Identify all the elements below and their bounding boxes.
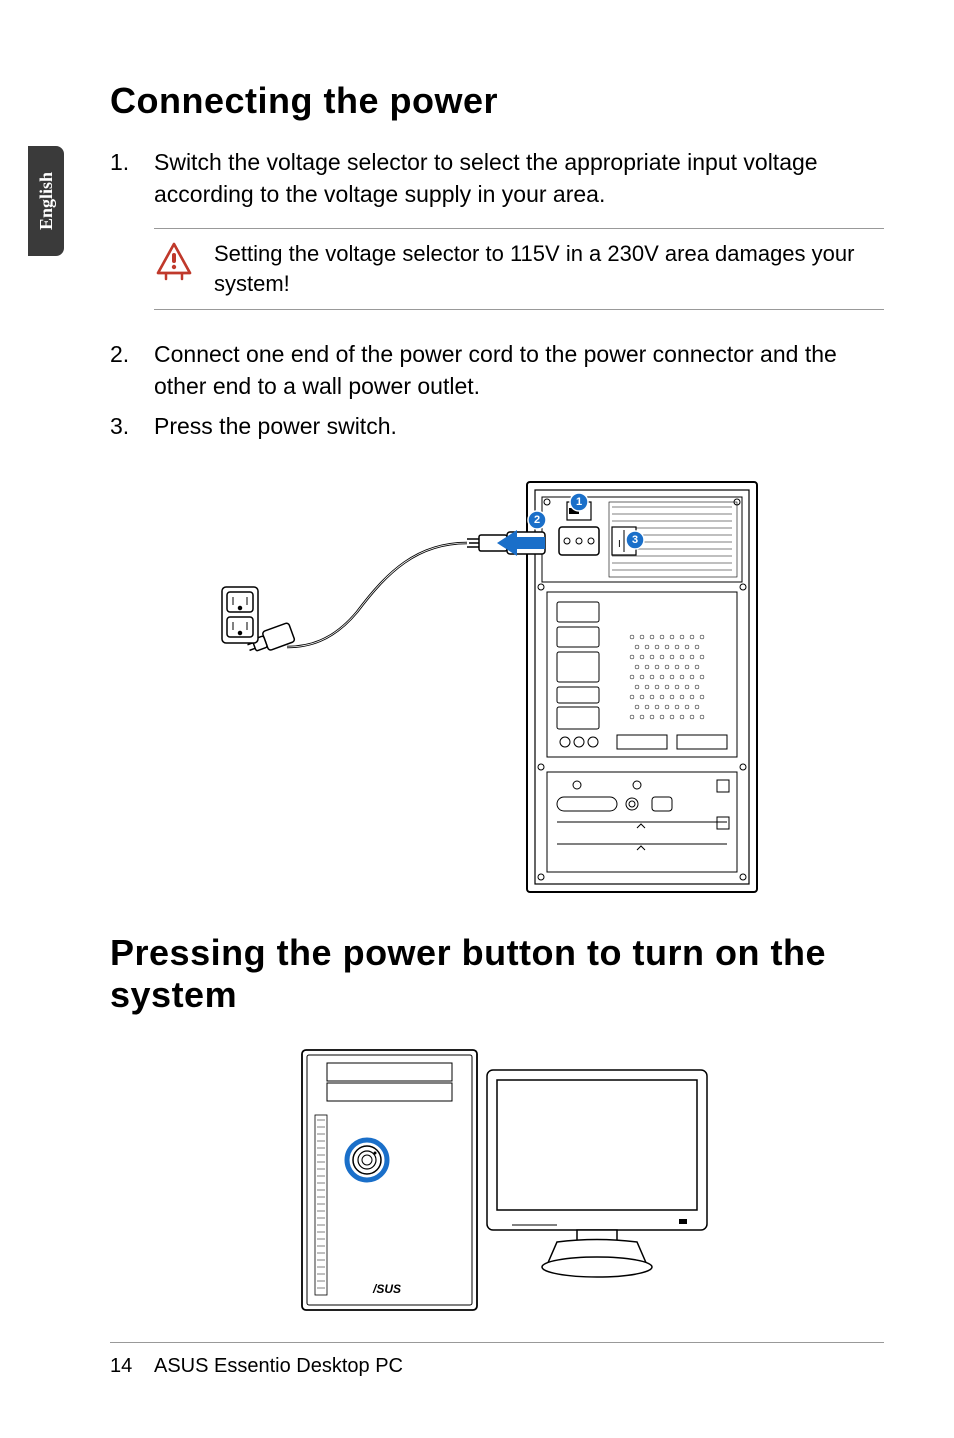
callout-1: 1 [576, 496, 582, 508]
step-2-text: Connect one end of the power cord to the… [154, 338, 884, 402]
svg-text:/SUS: /SUS [372, 1282, 401, 1296]
page-footer: 14 ASUS Essentio Desktop PC [110, 1342, 884, 1378]
step-2: 2. Connect one end of the power cord to … [110, 338, 884, 402]
step-3: 3. Press the power switch. [110, 410, 884, 442]
instruction-list-1: 1. Switch the voltage selector to select… [110, 146, 884, 210]
warning-callout: Setting the voltage selector to 115V in … [154, 228, 884, 309]
power-button-diagram: /SUS [110, 1045, 884, 1335]
step-1-num: 1. [110, 146, 154, 210]
power-diagram-svg: I O [217, 472, 777, 902]
heading-connecting-power: Connecting the power [110, 80, 884, 122]
callout-2: 2 [534, 514, 540, 526]
step-1: 1. Switch the voltage selector to select… [110, 146, 884, 210]
step-2-num: 2. [110, 338, 154, 402]
callout-3: 3 [632, 534, 638, 546]
page-number: 14 [110, 1355, 136, 1378]
warning-icon [154, 241, 194, 281]
step-3-num: 3. [110, 410, 154, 442]
instruction-list-2: 2. Connect one end of the power cord to … [110, 338, 884, 443]
step-1-text: Switch the voltage selector to select th… [154, 146, 884, 210]
footer-product-name: ASUS Essentio Desktop PC [154, 1355, 403, 1378]
step-3-text: Press the power switch. [154, 410, 884, 442]
heading-pressing-power: Pressing the power button to turn on the… [110, 932, 884, 1015]
power-connection-diagram: I O [110, 472, 884, 902]
power-button-svg: /SUS [257, 1045, 737, 1335]
language-tab: English [28, 146, 64, 256]
language-label: English [36, 172, 57, 230]
svg-text:I: I [618, 539, 621, 550]
page-content: Connecting the power 1. Switch the volta… [110, 80, 884, 1345]
warning-text: Setting the voltage selector to 115V in … [214, 239, 884, 298]
